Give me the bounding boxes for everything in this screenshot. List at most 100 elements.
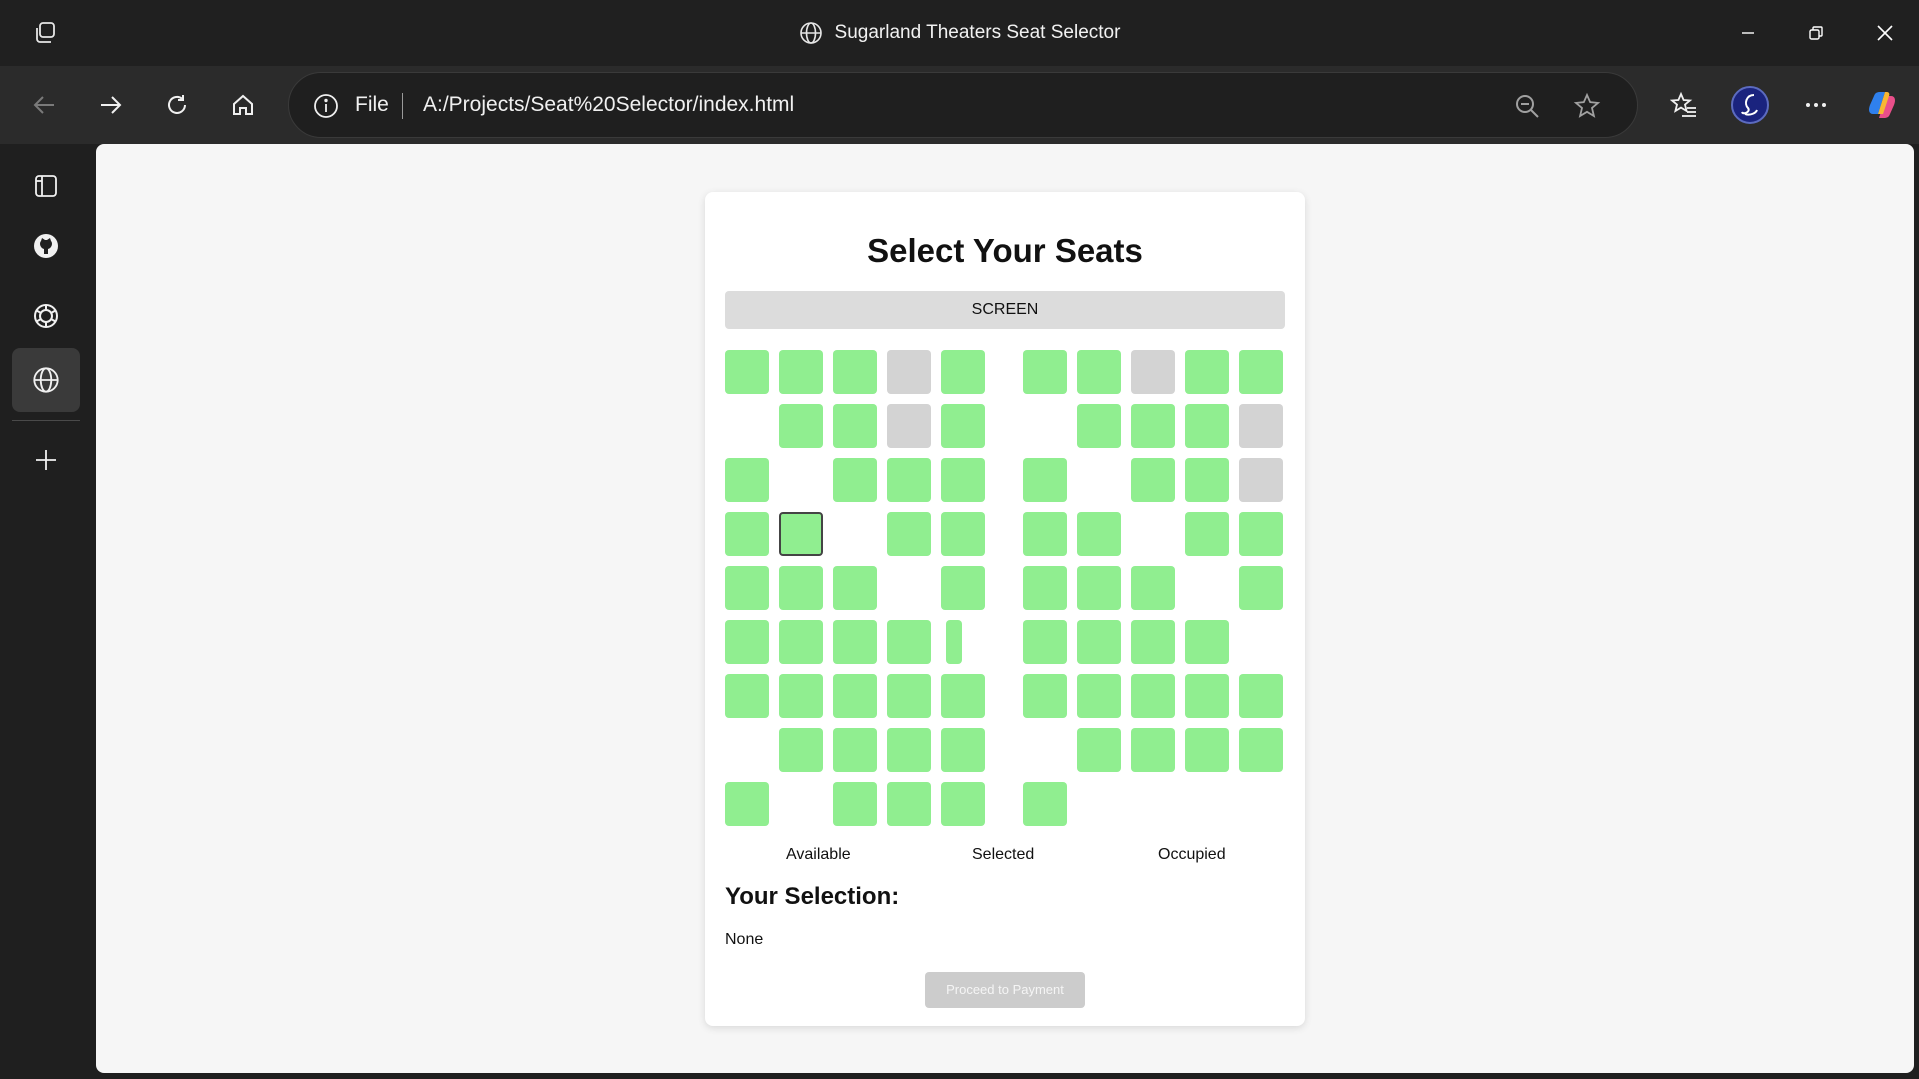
seat-available[interactable] bbox=[1239, 674, 1283, 718]
close-button[interactable] bbox=[1851, 0, 1919, 66]
seat-available[interactable] bbox=[1185, 728, 1229, 772]
seat-available[interactable] bbox=[725, 350, 769, 394]
seat-available[interactable] bbox=[1185, 458, 1229, 502]
seat-available[interactable] bbox=[779, 620, 823, 664]
back-button[interactable] bbox=[22, 83, 66, 127]
seat-available[interactable] bbox=[833, 458, 877, 502]
seat-available[interactable] bbox=[941, 674, 985, 718]
seat-available[interactable] bbox=[725, 782, 769, 826]
favorites-icon bbox=[1670, 91, 1696, 117]
zoom-out-icon[interactable] bbox=[1513, 92, 1541, 120]
seat-available[interactable] bbox=[1077, 404, 1121, 448]
legend-available: Available bbox=[786, 846, 851, 863]
seat-available[interactable] bbox=[887, 620, 931, 664]
seat-available[interactable] bbox=[1023, 458, 1067, 502]
seat-available[interactable] bbox=[1185, 674, 1229, 718]
home-button[interactable] bbox=[221, 83, 265, 127]
info-icon[interactable] bbox=[313, 93, 339, 119]
sidebar-item-tabs[interactable] bbox=[12, 154, 80, 218]
seat-available[interactable] bbox=[1077, 350, 1121, 394]
seat-available[interactable] bbox=[1185, 512, 1229, 556]
more-icon bbox=[1806, 103, 1826, 107]
seat-available[interactable] bbox=[887, 512, 931, 556]
seat-available[interactable] bbox=[779, 512, 823, 556]
seat-available[interactable] bbox=[1077, 728, 1121, 772]
seat-available[interactable] bbox=[1077, 674, 1121, 718]
url-text[interactable]: A:/Projects/Seat%20Selector/index.html bbox=[423, 73, 794, 137]
seat-available[interactable] bbox=[1131, 566, 1175, 610]
seat-available[interactable] bbox=[725, 566, 769, 610]
seat-occupied bbox=[887, 404, 931, 448]
seat-available[interactable] bbox=[941, 350, 985, 394]
more-button[interactable] bbox=[1794, 83, 1838, 127]
seat-available[interactable] bbox=[887, 782, 931, 826]
home-icon bbox=[233, 94, 253, 115]
seat-available[interactable] bbox=[779, 350, 823, 394]
seat-available[interactable] bbox=[1185, 620, 1229, 664]
seat-available[interactable] bbox=[779, 404, 823, 448]
star-icon[interactable] bbox=[1573, 92, 1601, 120]
page-viewport: Select Your Seats SCREEN Available Selec… bbox=[96, 144, 1914, 1073]
seat-available[interactable] bbox=[1239, 728, 1283, 772]
seat-available[interactable] bbox=[1131, 620, 1175, 664]
seat-grid bbox=[725, 350, 1285, 838]
seat-available[interactable] bbox=[1023, 620, 1067, 664]
sidebar-item-chatgpt[interactable] bbox=[12, 284, 80, 348]
seat-available[interactable] bbox=[1239, 350, 1283, 394]
window-title: Sugarland Theaters Seat Selector bbox=[0, 0, 1919, 66]
sidebar-item-globe[interactable] bbox=[12, 348, 80, 412]
seat-available[interactable] bbox=[779, 674, 823, 718]
seat-available[interactable] bbox=[1239, 512, 1283, 556]
address-bar[interactable]: File A:/Projects/Seat%20Selector/index.h… bbox=[288, 72, 1638, 138]
seat-available[interactable] bbox=[1023, 350, 1067, 394]
github-icon bbox=[34, 234, 58, 258]
copilot-button[interactable] bbox=[1860, 83, 1904, 127]
page-title: Select Your Seats bbox=[867, 232, 1143, 269]
seat-available[interactable] bbox=[1077, 566, 1121, 610]
aisle-marker bbox=[946, 512, 962, 556]
seat-available[interactable] bbox=[833, 674, 877, 718]
seat-available[interactable] bbox=[833, 728, 877, 772]
aisle-marker bbox=[946, 782, 962, 826]
forward-button[interactable] bbox=[89, 83, 133, 127]
seat-available[interactable] bbox=[1023, 512, 1067, 556]
seat-available[interactable] bbox=[779, 566, 823, 610]
seat-available[interactable] bbox=[1239, 566, 1283, 610]
seat-available[interactable] bbox=[1023, 782, 1067, 826]
sidebar-item-github[interactable] bbox=[12, 214, 80, 278]
seat-available[interactable] bbox=[1077, 620, 1121, 664]
seat-available[interactable] bbox=[887, 674, 931, 718]
seat-available[interactable] bbox=[1023, 566, 1067, 610]
seat-available[interactable] bbox=[1185, 404, 1229, 448]
seat-available[interactable] bbox=[1023, 674, 1067, 718]
refresh-button[interactable] bbox=[155, 83, 199, 127]
seat-available[interactable] bbox=[887, 458, 931, 502]
seat-available[interactable] bbox=[1131, 404, 1175, 448]
seat-available[interactable] bbox=[1077, 512, 1121, 556]
selection-title: Your Selection: bbox=[725, 883, 900, 910]
screen-bar: SCREEN bbox=[725, 291, 1285, 329]
minimize-button[interactable] bbox=[1714, 0, 1782, 66]
seat-available[interactable] bbox=[725, 458, 769, 502]
seat-available[interactable] bbox=[725, 674, 769, 718]
profile-button[interactable] bbox=[1728, 83, 1772, 127]
sidebar-add-button[interactable] bbox=[12, 428, 80, 492]
seat-available[interactable] bbox=[1131, 674, 1175, 718]
seat-available[interactable] bbox=[1185, 350, 1229, 394]
seat-available[interactable] bbox=[725, 512, 769, 556]
proceed-to-payment-button[interactable]: Proceed to Payment bbox=[925, 972, 1085, 1008]
seat-available[interactable] bbox=[833, 350, 877, 394]
seat-available[interactable] bbox=[833, 782, 877, 826]
seat-available[interactable] bbox=[887, 728, 931, 772]
seat-available[interactable] bbox=[1131, 728, 1175, 772]
seat-available[interactable] bbox=[833, 620, 877, 664]
favorites-button[interactable] bbox=[1662, 83, 1706, 127]
seat-occupied bbox=[887, 350, 931, 394]
seat-available[interactable] bbox=[725, 620, 769, 664]
minimize-icon bbox=[1742, 32, 1754, 34]
restore-button[interactable] bbox=[1782, 0, 1850, 66]
seat-available[interactable] bbox=[833, 566, 877, 610]
seat-available[interactable] bbox=[1131, 458, 1175, 502]
seat-available[interactable] bbox=[779, 728, 823, 772]
seat-available[interactable] bbox=[833, 404, 877, 448]
